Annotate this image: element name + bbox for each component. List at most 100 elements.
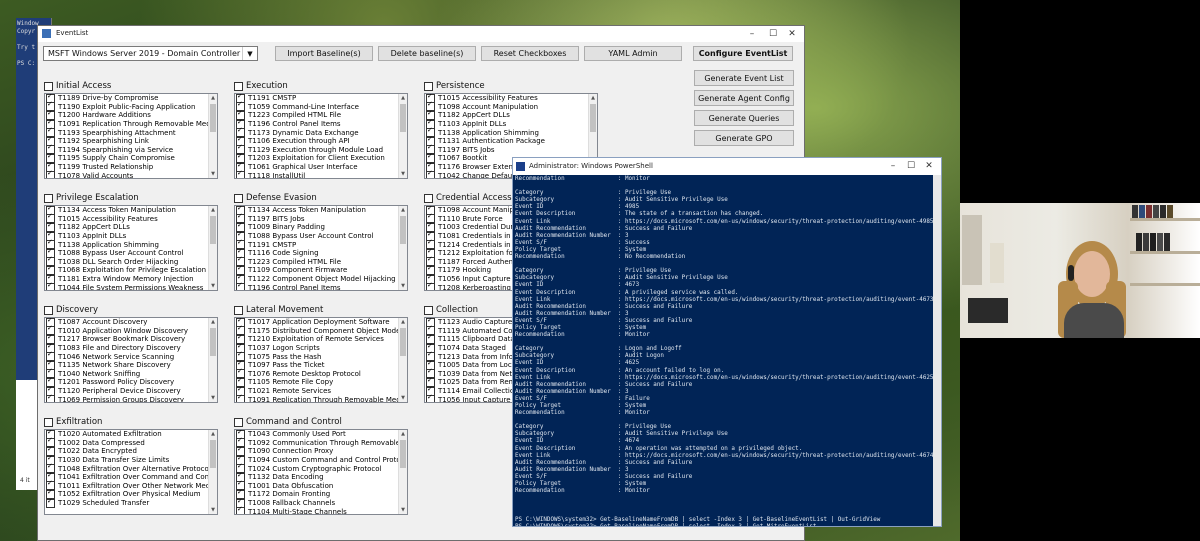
group-checkbox-lateral-movement[interactable] — [234, 305, 243, 315]
technique-list-exfiltration[interactable]: T1020 Automated ExfiltrationT1002 Data C… — [44, 429, 218, 515]
scroll-down-icon[interactable]: ▼ — [399, 170, 407, 178]
close-icon[interactable]: ✕ — [915, 158, 943, 174]
group-header-collection[interactable]: Collection — [424, 305, 478, 315]
technique-item[interactable]: T1189 Drive-by Compromise — [45, 94, 217, 103]
technique-item[interactable]: T1015 Accessibility Features — [45, 212, 217, 224]
technique-item[interactable]: T1015 Accessibility Features — [425, 94, 597, 103]
chevron-down-icon[interactable]: ▼ — [242, 47, 257, 60]
generate-agent-config-button[interactable]: Generate Agent Config — [694, 90, 794, 106]
scroll-down-icon[interactable]: ▼ — [209, 394, 217, 402]
scroll-up-icon[interactable]: ▲ — [399, 318, 407, 326]
powershell-title-bar[interactable]: Administrator: Windows PowerShell – ☐ ✕ — [513, 158, 941, 175]
group-checkbox-discovery[interactable] — [44, 305, 53, 315]
technique-item[interactable]: T1038 DLL Search Order Hijacking — [45, 255, 217, 267]
technique-item[interactable]: T1041 Exfiltration Over Command and Cont… — [45, 471, 217, 482]
group-checkbox-credential-access[interactable] — [424, 193, 433, 203]
technique-item[interactable]: T1020 Automated Exfiltration — [45, 430, 217, 439]
technique-item[interactable]: T1172 Domain Fronting — [235, 488, 407, 499]
group-checkbox-collection[interactable] — [424, 305, 433, 315]
list-scrollbar[interactable]: ▲▼ — [208, 318, 217, 402]
technique-item[interactable]: T1037 Logon Scripts — [235, 342, 407, 353]
technique-item[interactable]: T1104 Multi-Stage Channels — [235, 505, 407, 514]
technique-item[interactable]: T1008 Fallback Channels — [235, 497, 407, 508]
technique-item[interactable]: T1132 Data Encoding — [235, 471, 407, 482]
technique-item[interactable]: T1193 Spearphishing Attachment — [45, 126, 217, 138]
technique-item[interactable]: T1040 Network Sniffing — [45, 367, 217, 379]
technique-item[interactable]: T1196 Control Panel Items — [235, 281, 407, 290]
scroll-thumb[interactable] — [210, 440, 216, 468]
technique-item[interactable]: T1134 Access Token Manipulation — [45, 206, 217, 215]
technique-item[interactable]: T1120 Peripheral Device Discovery — [45, 385, 217, 396]
list-scrollbar[interactable]: ▲▼ — [398, 318, 407, 402]
eventlist-title-bar[interactable]: EventList – ☐ ✕ — [38, 26, 804, 42]
group-header-credential-access[interactable]: Credential Access — [424, 193, 512, 203]
close-icon[interactable]: ✕ — [778, 26, 806, 42]
group-header-discovery[interactable]: Discovery — [44, 305, 98, 315]
group-header-lateral-movement[interactable]: Lateral Movement — [234, 305, 323, 315]
technique-item[interactable]: T1088 Bypass User Account Control — [235, 230, 407, 241]
technique-item[interactable]: T1021 Remote Services — [235, 385, 407, 396]
technique-item[interactable]: T1091 Replication Through Removable Medi… — [45, 118, 217, 129]
technique-item[interactable]: T1043 Commonly Used Port — [235, 430, 407, 439]
group-header-command-and-control[interactable]: Command and Control — [234, 417, 342, 427]
technique-item[interactable]: T1129 Execution through Module Load — [235, 143, 407, 155]
group-header-initial-access[interactable]: Initial Access — [44, 81, 111, 91]
technique-list-initial-access[interactable]: T1189 Drive-by CompromiseT1190 Exploit P… — [44, 93, 218, 179]
technique-item[interactable]: T1116 Code Signing — [235, 247, 407, 258]
technique-list-privilege-escalation[interactable]: T1134 Access Token ManipulationT1015 Acc… — [44, 205, 218, 291]
technique-item[interactable]: T1017 Application Deployment Software — [235, 318, 407, 327]
group-header-defense-evasion[interactable]: Defense Evasion — [234, 193, 317, 203]
technique-checkbox[interactable] — [46, 497, 55, 508]
scroll-down-icon[interactable]: ▼ — [399, 282, 407, 290]
technique-item[interactable]: T1048 Exfiltration Over Alternative Prot… — [45, 462, 217, 474]
scroll-down-icon[interactable]: ▼ — [209, 506, 217, 514]
group-checkbox-initial-access[interactable] — [44, 81, 53, 91]
technique-item[interactable]: T1217 Browser Bookmark Discovery — [45, 333, 217, 344]
technique-item[interactable]: T1118 InstallUtil — [235, 169, 407, 178]
yaml-admin-button[interactable]: YAML Admin — [584, 46, 682, 61]
generate-queries-button[interactable]: Generate Queries — [694, 110, 794, 126]
technique-item[interactable]: T1122 Component Object Model Hijacking — [235, 273, 407, 284]
technique-item[interactable]: T1001 Data Obfuscation — [235, 479, 407, 491]
powershell-window[interactable]: Administrator: Windows PowerShell – ☐ ✕ … — [512, 157, 942, 527]
technique-item[interactable]: T1199 Trusted Relationship — [45, 161, 217, 172]
technique-checkbox[interactable] — [236, 505, 245, 514]
list-scrollbar[interactable]: ▲▼ — [398, 206, 407, 290]
technique-item[interactable]: T1203 Exploitation for Client Execution — [235, 152, 407, 163]
delete-baselines-button[interactable]: Delete baseline(s) — [378, 46, 476, 61]
technique-item[interactable]: T1024 Custom Cryptographic Protocol — [235, 462, 407, 474]
technique-item[interactable]: T1092 Communication Through Removable Me… — [235, 436, 407, 448]
technique-item[interactable]: T1223 Compiled HTML File — [235, 109, 407, 120]
technique-item[interactable]: T1059 Command-Line Interface — [235, 100, 407, 112]
group-checkbox-exfiltration[interactable] — [44, 417, 53, 427]
import-baselines-button[interactable]: Import Baseline(s) — [275, 46, 373, 61]
technique-item[interactable]: T1131 Authentication Package — [425, 135, 597, 146]
technique-item[interactable]: T1090 Connection Proxy — [235, 445, 407, 456]
scroll-up-icon[interactable]: ▲ — [399, 94, 407, 102]
group-checkbox-defense-evasion[interactable] — [234, 193, 243, 203]
scroll-thumb[interactable] — [400, 440, 406, 468]
group-header-exfiltration[interactable]: Exfiltration — [44, 417, 102, 427]
list-scrollbar[interactable]: ▲▼ — [208, 94, 217, 178]
scroll-up-icon[interactable]: ▲ — [399, 430, 407, 438]
technique-list-lateral-movement[interactable]: T1017 Application Deployment SoftwareT11… — [234, 317, 408, 403]
technique-item[interactable]: T1103 AppInit DLLs — [425, 118, 597, 129]
technique-item[interactable]: T1175 Distributed Component Object Model — [235, 324, 407, 336]
technique-item[interactable]: T1106 Execution through API — [235, 135, 407, 146]
technique-item[interactable]: T1195 Supply Chain Compromise — [45, 152, 217, 163]
scroll-up-icon[interactable]: ▲ — [209, 430, 217, 438]
technique-item[interactable]: T1002 Data Compressed — [45, 436, 217, 448]
scroll-down-icon[interactable]: ▼ — [209, 170, 217, 178]
technique-checkbox[interactable] — [426, 169, 435, 178]
technique-item[interactable]: T1190 Exploit Public-Facing Application — [45, 100, 217, 112]
technique-item[interactable]: T1201 Password Policy Discovery — [45, 376, 217, 387]
technique-checkbox[interactable] — [46, 281, 55, 290]
scroll-thumb[interactable] — [400, 216, 406, 244]
technique-item[interactable]: T1075 Pass the Hash — [235, 350, 407, 362]
technique-list-command-and-control[interactable]: T1043 Commonly Used PortT1092 Communicat… — [234, 429, 408, 515]
technique-item[interactable]: T1044 File System Permissions Weakness — [45, 281, 217, 290]
scroll-thumb[interactable] — [400, 328, 406, 356]
technique-item[interactable]: T1052 Exfiltration Over Physical Medium — [45, 488, 217, 499]
powershell-console-output[interactable]: Recommendation : Monitor Category : Priv… — [513, 175, 933, 526]
technique-item[interactable]: T1173 Dynamic Data Exchange — [235, 126, 407, 138]
